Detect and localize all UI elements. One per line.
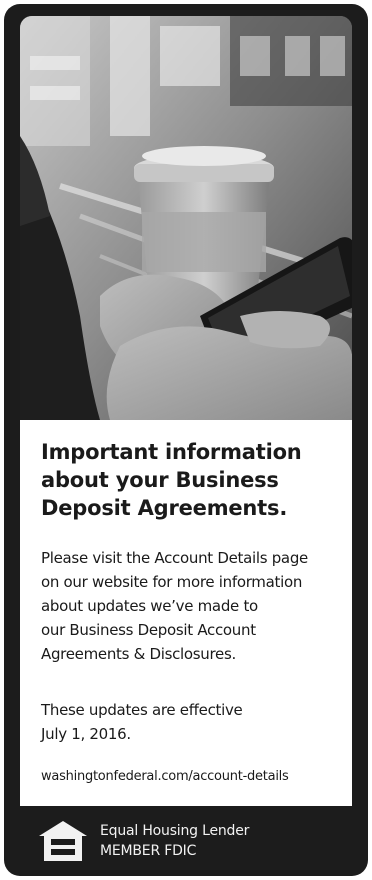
member-fdic-text: MEMBER FDIC xyxy=(100,843,197,859)
body-paragraph-effective-date: These updates are effective July 1, 2016… xyxy=(41,701,243,743)
equal-housing-lender-icon xyxy=(39,821,87,861)
info-panel: Important information about your Busines… xyxy=(20,420,352,806)
hand-coffee-phone-photo xyxy=(20,16,352,420)
footer: Equal Housing Lender MEMBER FDIC xyxy=(20,806,352,876)
headline-line: about your Business xyxy=(41,468,279,492)
body-paragraph-details: Please visit the Account Details page on… xyxy=(41,549,308,663)
account-details-link[interactable]: washingtonfederal.com/account-details xyxy=(41,768,289,786)
headline-line: Important information xyxy=(41,440,302,464)
headline: Important information about your Busines… xyxy=(41,438,341,522)
advertisement-card: Important information about your Busines… xyxy=(4,4,368,876)
headline-line: Deposit Agreements. xyxy=(41,496,288,520)
equal-housing-lender-text: Equal Housing Lender xyxy=(100,823,250,839)
